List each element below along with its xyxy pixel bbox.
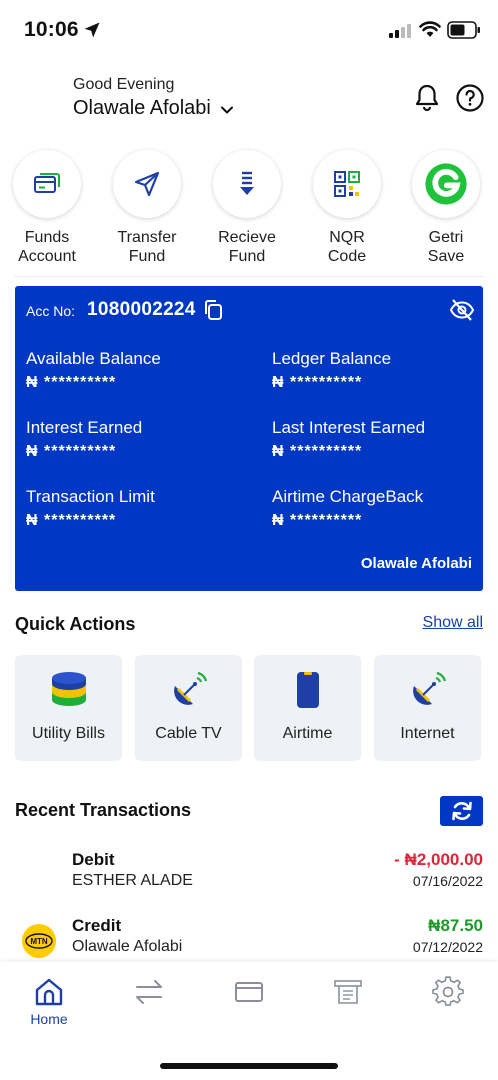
send-icon bbox=[134, 171, 160, 197]
satellite-dish-icon bbox=[173, 671, 207, 705]
balance-value: ₦ ********** bbox=[26, 374, 117, 391]
balance-label: Available Balance bbox=[26, 349, 161, 368]
quick-action-cable-tv[interactable]: Cable TV bbox=[135, 655, 242, 761]
tab-transfer[interactable] bbox=[119, 976, 179, 1013]
balance-label: Interest Earned bbox=[26, 418, 143, 437]
balance-value: ₦ ********** bbox=[26, 512, 117, 529]
shortcut-getri-save[interactable]: Getri Save bbox=[401, 150, 491, 266]
help-icon[interactable] bbox=[455, 83, 485, 113]
tab-home-label: Home bbox=[30, 1011, 68, 1027]
shortcut-row: Funds Account Transfer Fund Recieve Fund bbox=[0, 150, 498, 270]
account-switcher[interactable]: Olawale Afolabi bbox=[73, 97, 235, 120]
refresh-icon bbox=[451, 801, 472, 821]
shortcut-label: Recieve Fund bbox=[218, 229, 276, 265]
shortcut-label: Transfer Fund bbox=[117, 229, 177, 265]
interest-earned: Interest Earned ₦ ********** bbox=[26, 418, 246, 461]
battery-icon bbox=[447, 21, 480, 39]
qr-code-icon bbox=[334, 171, 360, 197]
transaction-amount: - ₦2,000.00 bbox=[394, 850, 483, 869]
quick-action-airtime[interactable]: Airtime bbox=[254, 655, 361, 761]
bell-icon[interactable] bbox=[412, 82, 442, 112]
transaction-date: 07/12/2022 bbox=[412, 939, 483, 955]
copy-icon[interactable] bbox=[203, 299, 223, 321]
available-balance: Available Balance ₦ ********** bbox=[26, 349, 246, 392]
balance-value: ₦ ********** bbox=[26, 443, 117, 460]
gear-icon bbox=[432, 976, 464, 1006]
transaction-limit: Transaction Limit ₦ ********** bbox=[26, 487, 246, 530]
download-arrow-icon bbox=[240, 171, 254, 195]
balance-value: ₦ ********** bbox=[272, 374, 363, 391]
shortcut-circle bbox=[213, 150, 281, 218]
shortcut-circle bbox=[313, 150, 381, 218]
quick-action-label: Airtime bbox=[282, 725, 333, 742]
satellite-dish-icon bbox=[412, 671, 446, 705]
card-icon bbox=[235, 982, 263, 1002]
wifi-icon bbox=[419, 21, 441, 37]
balance-value: ₦ ********** bbox=[272, 443, 363, 460]
quick-actions-title: Quick Actions bbox=[15, 614, 136, 634]
account-holder-name: Olawale Afolabi bbox=[360, 555, 472, 572]
quick-action-internet[interactable]: Internet bbox=[374, 655, 481, 761]
getri-logo-icon bbox=[425, 163, 467, 205]
account-number: 1080002224 bbox=[87, 299, 196, 320]
eye-off-icon[interactable] bbox=[449, 298, 475, 322]
balance-label: Transaction Limit bbox=[26, 487, 155, 506]
quick-action-label: Cable TV bbox=[155, 725, 222, 742]
home-indicator bbox=[160, 1063, 338, 1069]
mtn-logo-icon: MTN bbox=[22, 924, 56, 958]
card-icon bbox=[34, 173, 60, 193]
transaction-row[interactable]: MTN Credit Olawale Afolabi ₦87.50 07/12/… bbox=[0, 916, 498, 966]
tab-settings[interactable] bbox=[418, 976, 478, 1013]
location-arrow-icon bbox=[84, 22, 100, 38]
balance-value: ₦ ********** bbox=[272, 512, 363, 529]
ledger-balance: Ledger Balance ₦ ********** bbox=[272, 349, 492, 392]
cellular-signal-icon bbox=[389, 24, 411, 38]
shortcut-label: Getri Save bbox=[427, 229, 465, 265]
balance-label: Last Interest Earned bbox=[272, 418, 426, 437]
shortcut-nqr-code[interactable]: NQR Code bbox=[302, 150, 392, 266]
chevron-down-icon bbox=[220, 106, 233, 113]
transfer-arrows-icon bbox=[136, 980, 162, 1004]
refresh-button[interactable] bbox=[440, 796, 483, 826]
shortcut-circle bbox=[412, 150, 480, 218]
shortcut-circle bbox=[113, 150, 181, 218]
last-interest-earned: Last Interest Earned ₦ ********** bbox=[272, 418, 492, 461]
shortcut-funds-account[interactable]: Funds Account bbox=[2, 150, 92, 266]
shortcut-receive-fund[interactable]: Recieve Fund bbox=[202, 150, 292, 266]
greeting-text: Good Evening bbox=[73, 76, 175, 93]
utility-stack-icon bbox=[51, 672, 86, 706]
transaction-row[interactable]: Debit ESTHER ALADE - ₦2,000.00 07/16/202… bbox=[0, 850, 498, 900]
airtime-chargeback: Airtime ChargeBack ₦ ********** bbox=[272, 487, 492, 530]
divider bbox=[14, 276, 484, 277]
balance-label: Ledger Balance bbox=[272, 349, 392, 368]
account-number-label: Acc No: bbox=[26, 303, 76, 319]
show-all-link[interactable]: Show all bbox=[423, 614, 483, 632]
tab-home[interactable]: Home bbox=[19, 976, 79, 1027]
shortcut-label: NQR Code bbox=[327, 229, 367, 265]
transaction-party: Olawale Afolabi bbox=[72, 938, 183, 955]
status-bar: 10:06 bbox=[0, 0, 498, 60]
shortcut-transfer-fund[interactable]: Transfer Fund bbox=[102, 150, 192, 266]
user-name: Olawale Afolabi bbox=[73, 97, 211, 119]
phone-icon bbox=[296, 672, 319, 708]
tab-receipts[interactable] bbox=[318, 976, 378, 1013]
transaction-amount: ₦87.50 bbox=[428, 916, 483, 935]
quick-action-label: Internet bbox=[400, 725, 455, 742]
transaction-date: 07/16/2022 bbox=[412, 873, 483, 889]
shortcut-label: Funds Account bbox=[18, 229, 76, 265]
status-time: 10:06 bbox=[24, 18, 79, 41]
quick-action-utility-bills[interactable]: Utility Bills bbox=[15, 655, 122, 761]
transaction-party: ESTHER ALADE bbox=[72, 872, 193, 889]
transaction-type: Debit bbox=[72, 850, 115, 869]
quick-action-label: Utility Bills bbox=[32, 725, 105, 742]
balance-label: Airtime ChargeBack bbox=[272, 487, 424, 506]
account-card: Acc No: 1080002224 Available Balance ₦ *… bbox=[15, 286, 483, 591]
receipt-icon bbox=[334, 980, 362, 1004]
recent-transactions-title: Recent Transactions bbox=[15, 800, 192, 820]
transaction-type: Credit bbox=[72, 916, 122, 935]
mtn-logo-text: MTN bbox=[30, 937, 48, 946]
home-icon bbox=[35, 978, 63, 1006]
tab-cards[interactable] bbox=[219, 976, 279, 1013]
shortcut-circle bbox=[13, 150, 81, 218]
